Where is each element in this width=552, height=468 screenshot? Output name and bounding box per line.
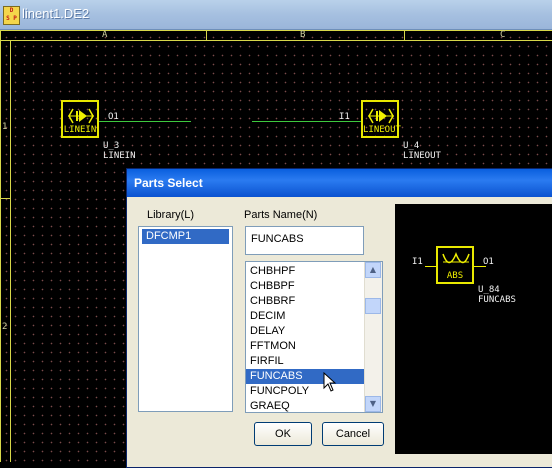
list-item[interactable]: FUNCPOLY [246, 384, 366, 399]
ok-button[interactable]: OK [254, 422, 312, 446]
row-label: 1 [2, 122, 8, 132]
column-label: B [300, 30, 306, 40]
document-title: linent1.DE2 [22, 6, 90, 21]
preview-type: FUNCABS [478, 295, 516, 305]
preview-ref: U_84 [478, 285, 500, 295]
wire[interactable] [252, 121, 361, 122]
list-item[interactable]: DECIM [246, 309, 366, 324]
speaker-arrow-icon [368, 108, 394, 124]
frame-row-divider [0, 198, 10, 199]
parts-name-input[interactable]: FUNCABS [245, 226, 364, 255]
preview-in-pin: I1 [412, 257, 423, 267]
component-ref: U_3 [103, 141, 120, 151]
linein-component[interactable]: LINEIN [61, 100, 99, 138]
list-item[interactable]: FIRFIL [246, 354, 366, 369]
funcabs-component: ABS [436, 246, 474, 284]
parts-name-label: Parts Name(N) [244, 209, 318, 221]
dialog-title: Parts Select [134, 176, 203, 190]
component-type: LINEOUT [403, 151, 441, 161]
list-item[interactable]: CHBBPF [246, 279, 366, 294]
list-item[interactable]: CHBHPF [246, 264, 366, 279]
scroll-down-icon[interactable]: ▼ [365, 396, 381, 412]
lineout-component[interactable]: LINEOUT [361, 100, 401, 138]
document-title-bar[interactable]: DS P linent1.DE2 [0, 0, 552, 30]
parts-list[interactable]: CHBHPF CHBBPF CHBBRF DECIM DELAY FFTMON … [245, 261, 383, 413]
library-label: Library(L) [147, 209, 195, 221]
abs-waveform-icon [442, 252, 470, 264]
column-label: C [500, 30, 506, 40]
preview-out-pin: O1 [483, 257, 494, 267]
cancel-button[interactable]: Cancel [322, 422, 384, 446]
part-preview: I1 ABS O1 U_84 FUNCABS [395, 204, 552, 454]
list-item[interactable]: GRAEQ [246, 399, 366, 412]
frame-outer-left [0, 30, 1, 462]
scroll-thumb[interactable] [365, 298, 381, 314]
component-type: LINEIN [103, 151, 136, 161]
list-item-selected[interactable]: FUNCABS [246, 369, 366, 384]
library-item[interactable]: DFCMP1 [142, 229, 229, 244]
frame-top-border [0, 40, 552, 41]
parts-scrollbar[interactable]: ▲ ▼ [364, 262, 382, 412]
library-list[interactable]: DFCMP1 [138, 226, 233, 412]
list-item[interactable]: DELAY [246, 324, 366, 339]
frame-col-divider [404, 30, 405, 40]
dsp-app-icon: DS P [3, 6, 20, 25]
mouse-cursor-icon [323, 372, 337, 392]
frame-outer-top [0, 30, 552, 31]
dialog-title-bar[interactable]: Parts Select [127, 169, 552, 197]
component-box-label: LINEIN [63, 125, 97, 135]
list-item[interactable]: FFTMON [246, 339, 366, 354]
frame-col-divider [206, 30, 207, 40]
column-label: A [102, 30, 108, 40]
component-box-label: LINEOUT [363, 125, 401, 135]
component-box-label: ABS [446, 271, 464, 281]
parts-list-items: CHBHPF CHBBPF CHBBRF DECIM DELAY FFTMON … [246, 262, 366, 412]
component-ref: U_4 [403, 141, 420, 151]
row-label: 2 [2, 322, 8, 332]
wire[interactable] [99, 121, 191, 122]
speaker-arrow-icon [68, 108, 94, 124]
parts-select-dialog[interactable]: Parts Select Library(L) DFCMP1 Parts Nam… [126, 168, 552, 468]
scroll-up-icon[interactable]: ▲ [365, 262, 381, 278]
frame-left-border [10, 40, 11, 462]
list-item[interactable]: CHBBRF [246, 294, 366, 309]
